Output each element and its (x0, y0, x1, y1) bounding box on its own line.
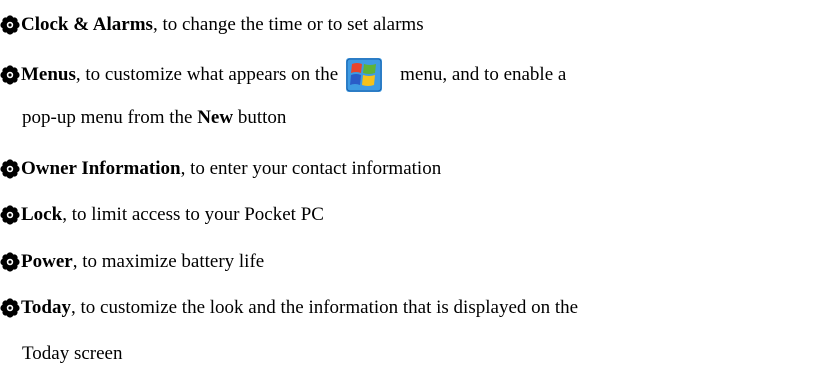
flower-bullet-icon (0, 15, 20, 35)
item-text: , to customize what appears on the (75, 64, 339, 85)
list-item-menus: Menus, to customize what appears on the … (0, 58, 566, 92)
list-item-today: Today, to customize the look and the inf… (0, 294, 578, 322)
item-term: Power (21, 251, 73, 272)
flower-bullet-icon (0, 252, 20, 272)
item-term: Clock & Alarms (21, 14, 153, 35)
item-term: Lock (21, 204, 63, 225)
item-text: button (233, 107, 287, 128)
list-item-lock: Lock, to limit access to your Pocket PC (0, 201, 324, 229)
item-term: Owner Information (21, 158, 181, 179)
item-text: Today screen (22, 343, 123, 364)
item-text: pop-up menu from the (22, 107, 198, 128)
document-page: Clock & Alarms, to change the time or to… (0, 0, 826, 374)
item-text: , to enter your contact information (180, 158, 442, 179)
flower-bullet-icon (0, 65, 20, 85)
item-text: , to change the time or to set alarms (152, 14, 424, 35)
windows-start-icon (346, 58, 383, 92)
flower-bullet-icon (0, 159, 20, 179)
item-text: , to maximize battery life (72, 251, 265, 272)
item-term: Menus (21, 64, 76, 85)
list-item-power: Power, to maximize battery life (0, 248, 264, 276)
list-item-today-continuation: Today screen (0, 340, 122, 368)
flower-bullet-icon (0, 298, 20, 318)
item-term: Today (21, 297, 71, 318)
list-item-clock-alarms: Clock & Alarms, to change the time or to… (0, 11, 424, 39)
item-text: menu, and to enable a (400, 64, 567, 85)
flower-bullet-icon (0, 205, 20, 225)
item-text: , to limit access to your Pocket PC (62, 204, 324, 225)
item-text: , to customize the look and the informat… (71, 297, 579, 318)
list-item-owner-information: Owner Information, to enter your contact… (0, 155, 441, 183)
new-button-label: New (197, 107, 234, 128)
list-item-menus-continuation: pop-up menu from the New button (0, 104, 286, 132)
